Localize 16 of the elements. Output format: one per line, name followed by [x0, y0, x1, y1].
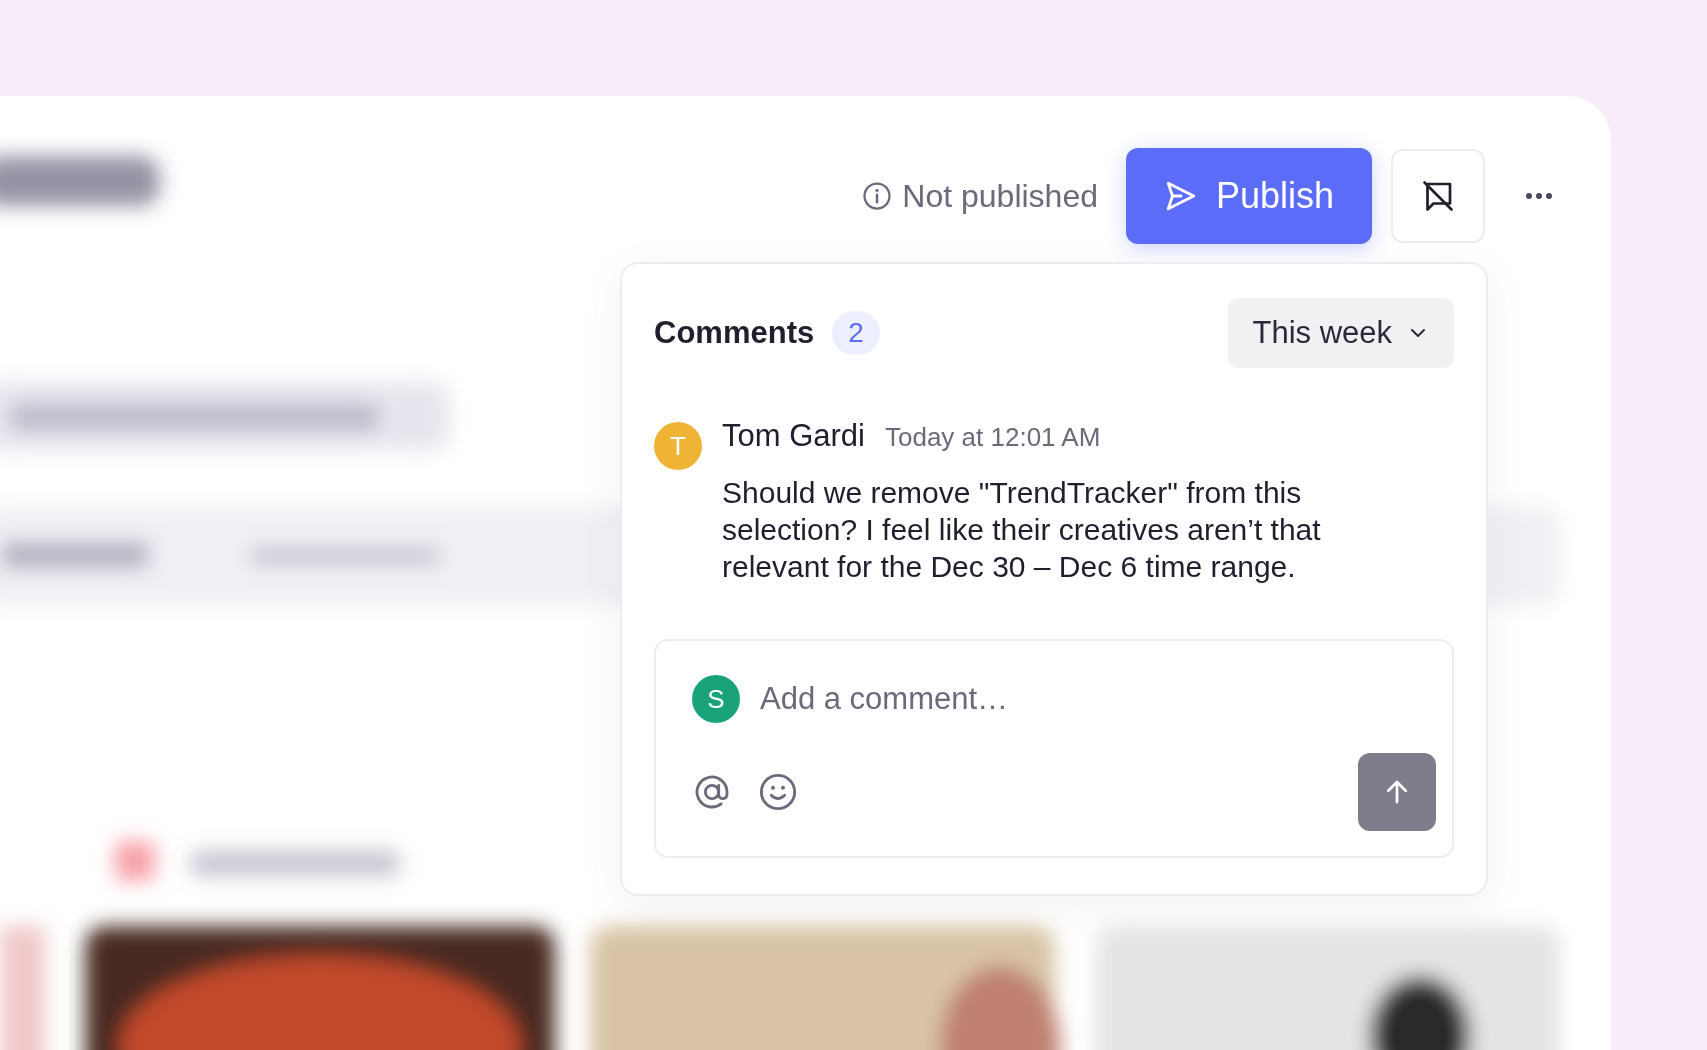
more-icon[interactable] — [1525, 192, 1553, 200]
hide-comments-button[interactable] — [1391, 149, 1485, 243]
status-text: Not published — [902, 177, 1098, 215]
comment-time: Today at 12:01 AM — [885, 422, 1101, 453]
comment-input[interactable]: Add a comment… — [758, 680, 1362, 718]
comment-count: 2 — [832, 311, 880, 355]
info-icon — [862, 181, 893, 211]
publish-button[interactable]: Publish — [1126, 148, 1372, 244]
comment-off-icon — [1420, 178, 1456, 214]
user-avatar: S — [692, 675, 740, 723]
user-avatar: T — [654, 422, 702, 470]
comments-title: Comments — [654, 315, 815, 351]
week-dropdown[interactable]: This week — [1228, 298, 1454, 368]
comment-text: Should we remove "TrendTracker" from this selection? I feel like their creatives aren’t that relevant for the Dec 30 – Dec 6 time range. — [722, 475, 1322, 585]
comment-author: Tom Gardi — [722, 418, 865, 454]
emoji-icon[interactable] — [758, 772, 798, 812]
